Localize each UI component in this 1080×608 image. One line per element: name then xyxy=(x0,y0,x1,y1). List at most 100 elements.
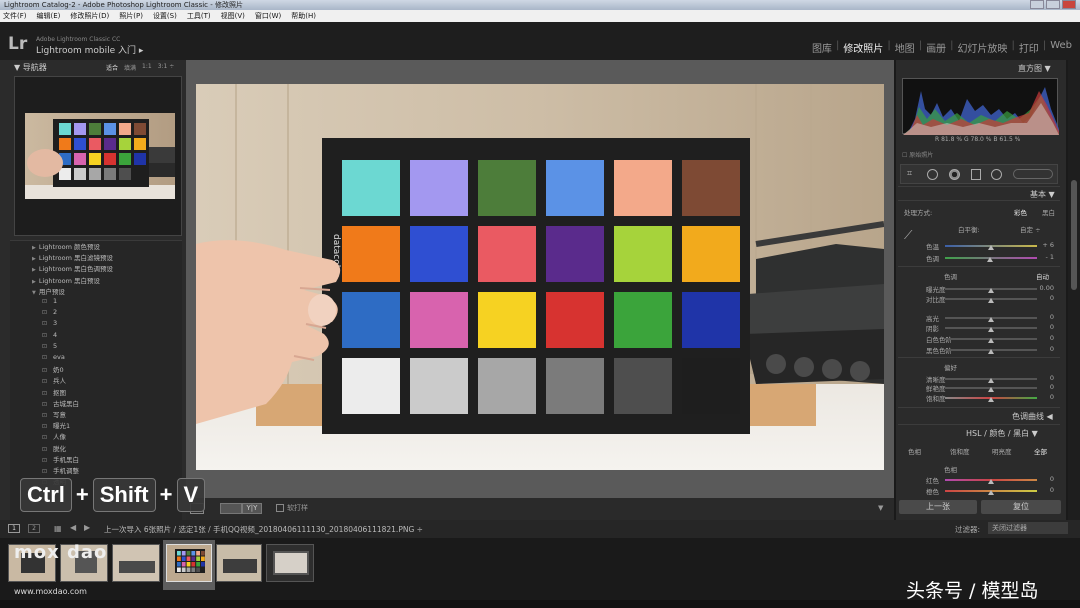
before-after-toggle-icon[interactable]: Y|Y xyxy=(242,503,262,514)
presence-1-slider-knob[interactable] xyxy=(988,387,994,392)
preset-item[interactable]: ⊡ 2 xyxy=(42,308,57,316)
hsl-tab[interactable]: 明亮度 xyxy=(992,446,1012,456)
preset-folder[interactable]: ▶ Lightroom 黑白预设 xyxy=(32,275,100,285)
temp-slider-knob[interactable] xyxy=(988,245,994,250)
preset-folder[interactable]: ▶ Lightroom 黑白色调预设 xyxy=(32,263,113,273)
module-web[interactable]: Web xyxy=(1050,40,1072,55)
module-book[interactable]: 画册 xyxy=(926,40,946,55)
menu-settings[interactable]: 设置(S) xyxy=(153,10,177,22)
mobile-link[interactable]: Lightroom mobile 入门 ▸ xyxy=(36,43,143,56)
before-after-icon[interactable] xyxy=(220,503,242,514)
module-develop[interactable]: 修改照片 xyxy=(843,40,883,55)
preset-item[interactable]: ⊡ eva xyxy=(42,353,65,361)
scrollbar-thumb[interactable] xyxy=(1071,180,1077,290)
menu-develop[interactable]: 修改照片(D) xyxy=(70,10,109,22)
reset-button[interactable]: 复位 xyxy=(981,500,1061,514)
preset-item[interactable]: ⊡ 1 xyxy=(42,297,57,305)
menu-view[interactable]: 视图(V) xyxy=(221,10,245,22)
tone-curve-header[interactable]: 色调曲线 ◀ xyxy=(1012,411,1053,422)
white-balance-select[interactable]: 自定 ÷ xyxy=(1020,224,1041,234)
preset-item[interactable]: ⊡ 手机黑白 xyxy=(42,454,79,464)
red-eye-icon[interactable] xyxy=(949,169,960,180)
tone-1-slider-knob[interactable] xyxy=(988,298,994,303)
preset-item[interactable]: ⊡ 人像 xyxy=(42,431,66,441)
main-photo[interactable]: datacolor xyxy=(196,84,884,470)
forward-arrow-icon[interactable]: ▶ xyxy=(84,523,90,532)
grid-view-icon[interactable]: ▦ xyxy=(54,524,62,533)
softproof-checkbox[interactable] xyxy=(276,504,284,512)
tone-3-slider-knob[interactable] xyxy=(988,327,994,332)
basic-panel-header[interactable]: 基本 ▼ xyxy=(1030,189,1055,200)
treatment-color[interactable]: 彩色 xyxy=(1014,207,1027,217)
hsl-header[interactable]: HSL / 颜色 / 黑白 ▼ xyxy=(966,428,1038,439)
module-map[interactable]: 地图 xyxy=(895,40,915,55)
eyedropper-icon[interactable]: ⟋ xyxy=(904,228,912,243)
filmstrip-source-path[interactable]: 上一次导入 6张照片 / 选定1张 / 手机QQ视频_2018040611113… xyxy=(104,524,423,535)
spot-removal-icon[interactable] xyxy=(927,169,938,180)
preset-item[interactable]: ⊡ 脱化 xyxy=(42,443,66,453)
zoom-3-1[interactable]: 3:1 ÷ xyxy=(158,63,175,72)
module-slideshow[interactable]: 幻灯片放映 xyxy=(957,40,1007,55)
preset-folder[interactable]: ▶ Lightroom 黑白滤镜预设 xyxy=(32,252,113,262)
preset-item[interactable]: ⊡ 曝光1 xyxy=(42,420,70,430)
zoom-1-1[interactable]: 1:1 xyxy=(142,63,152,72)
filter-select[interactable]: 关闭过滤器 xyxy=(988,522,1068,534)
navigator-header[interactable]: ▼ 导航器 xyxy=(14,62,47,73)
navigator-preview[interactable] xyxy=(14,76,182,236)
preset-folder[interactable]: ▼ 用户预设 xyxy=(32,286,65,296)
close-button[interactable] xyxy=(1062,0,1076,9)
adjustment-brush-icon[interactable] xyxy=(1013,169,1053,179)
back-arrow-icon[interactable]: ◀ xyxy=(70,523,76,532)
preset-item[interactable]: ⊡ 奶0 xyxy=(42,364,64,374)
minimize-button[interactable] xyxy=(1030,0,1044,9)
preset-item[interactable]: ⊡ 5 xyxy=(42,342,57,350)
menu-edit[interactable]: 编辑(E) xyxy=(37,10,61,22)
treatment-bw[interactable]: 黑白 xyxy=(1042,207,1055,217)
presence-2-slider-knob[interactable] xyxy=(988,397,994,402)
tint-slider-knob[interactable] xyxy=(987,257,994,262)
right-scrollbar[interactable] xyxy=(1068,60,1080,520)
preset-item[interactable]: ⊡ 写意 xyxy=(42,409,66,419)
filmstrip-thumb[interactable] xyxy=(266,544,314,582)
tone-0-slider-knob[interactable] xyxy=(988,288,994,293)
zoom-fit[interactable]: 适合 xyxy=(106,63,118,72)
menu-file[interactable]: 文件(F) xyxy=(3,10,27,22)
graduated-filter-icon[interactable] xyxy=(971,169,981,180)
hsl-tab[interactable]: 色相 xyxy=(908,446,921,456)
preset-item[interactable]: ⊡ 手机调整 xyxy=(42,465,79,475)
presence-0-slider-knob[interactable] xyxy=(988,378,994,383)
filmstrip-thumb[interactable] xyxy=(112,544,160,582)
menu-photo[interactable]: 照片(P) xyxy=(119,10,143,22)
hsl-red-slider-knob[interactable] xyxy=(988,479,994,484)
toolbar-menu-icon[interactable]: ▼ xyxy=(878,504,883,512)
menu-window[interactable]: 窗口(W) xyxy=(255,10,281,22)
tone-5-slider-knob[interactable] xyxy=(988,349,994,354)
preset-item[interactable]: ⊡ 3 xyxy=(42,319,57,327)
preset-item[interactable]: ⊡ 4 xyxy=(42,331,57,339)
secondary-window-button[interactable]: 2 xyxy=(28,524,40,533)
hsl-tab[interactable]: 全部 xyxy=(1034,446,1047,456)
zoom-fill[interactable]: 填满 xyxy=(124,63,136,72)
tone-auto-button[interactable]: 自动 xyxy=(1036,271,1049,281)
hsl-orange-slider-knob[interactable] xyxy=(988,490,994,495)
radial-filter-icon[interactable] xyxy=(991,169,1002,180)
module-library[interactable]: 图库 xyxy=(812,40,832,55)
tone-4-slider-knob[interactable] xyxy=(988,338,994,343)
filmstrip-thumb-selected[interactable] xyxy=(166,544,212,582)
menu-tools[interactable]: 工具(T) xyxy=(187,10,211,22)
hsl-tab[interactable]: 饱和度 xyxy=(950,446,970,456)
preset-item[interactable]: ⊡ 古城黑白 xyxy=(42,398,79,408)
module-print[interactable]: 打印 xyxy=(1019,40,1039,55)
preset-item[interactable]: ⊡ 兵人 xyxy=(42,375,66,385)
original-photo-toggle[interactable]: ☐ 原始照片 xyxy=(902,150,933,159)
tone-2-slider-knob[interactable] xyxy=(988,317,994,322)
filmstrip-thumb[interactable] xyxy=(216,544,262,582)
primary-window-button[interactable]: 1 xyxy=(8,524,20,533)
preset-item[interactable]: ⊡ 抠图 xyxy=(42,387,66,397)
preset-folder[interactable]: ▶ Lightroom 颜色预设 xyxy=(32,241,100,251)
histogram-header[interactable]: 直方图 ▼ xyxy=(1018,63,1051,74)
menu-help[interactable]: 帮助(H) xyxy=(291,10,316,22)
previous-button[interactable]: 上一张 xyxy=(899,500,977,514)
crop-tool-icon[interactable]: ⌗ xyxy=(907,169,912,179)
maximize-button[interactable] xyxy=(1046,0,1060,9)
